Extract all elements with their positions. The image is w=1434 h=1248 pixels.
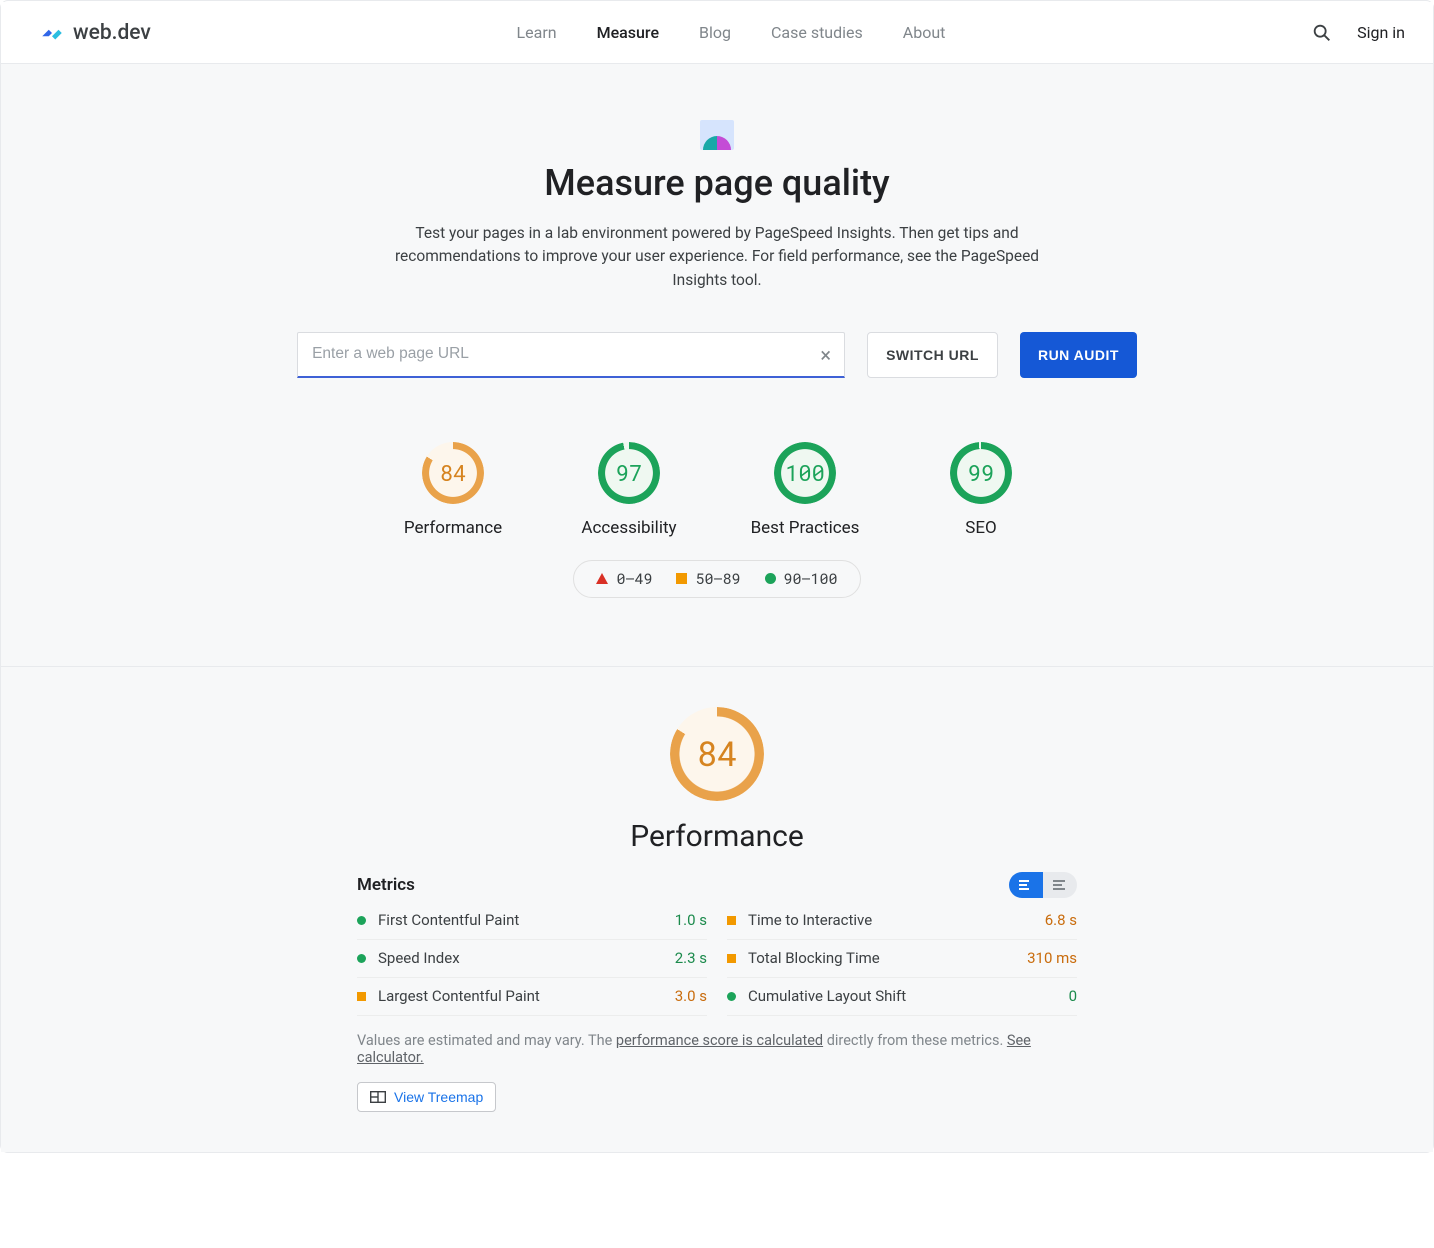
metric-name: Total Blocking Time: [748, 949, 880, 967]
metric-name: Time to Interactive: [748, 911, 872, 929]
gauge-label: Accessibility: [581, 518, 676, 538]
hero: Measure page quality Test your pages in …: [1, 64, 1433, 666]
nav-measure[interactable]: Measure: [597, 23, 659, 42]
metrics-view-toggle: [1009, 872, 1077, 898]
metrics-footnote: Values are estimated and may vary. The p…: [357, 1032, 1077, 1066]
status-dot-avg-icon: [357, 992, 366, 1001]
page-subtitle: Test your pages in a lab environment pow…: [382, 222, 1052, 292]
toggle-compact-button[interactable]: [1009, 872, 1043, 898]
metric-row-tbt: Total Blocking Time 310 ms: [727, 940, 1077, 978]
gauge-label: SEO: [965, 518, 996, 538]
performance-big-gauge: 84: [670, 707, 764, 801]
performance-heading: Performance: [1, 819, 1433, 854]
metric-row-si: Speed Index 2.3 s: [357, 940, 707, 978]
nav-learn[interactable]: Learn: [517, 23, 557, 42]
metric-name: First Contentful Paint: [378, 911, 519, 929]
performance-section: 84 Performance Metrics First Contentful …: [1, 667, 1433, 1152]
metric-row-fcp: First Contentful Paint 1.0 s: [357, 902, 707, 940]
legend-low: 0–49: [596, 569, 652, 589]
status-dot-good-icon: [357, 954, 366, 963]
gauge-label: Best Practices: [751, 518, 860, 538]
status-dot-avg-icon: [727, 954, 736, 963]
metric-name: Speed Index: [378, 949, 460, 967]
triangle-icon: [596, 573, 608, 584]
legend-mid: 50–89: [676, 569, 740, 589]
gauge-value: 99: [950, 442, 1012, 504]
status-dot-avg-icon: [727, 916, 736, 925]
close-icon[interactable]: ×: [820, 345, 831, 365]
url-input[interactable]: [297, 332, 845, 378]
metric-value: 3.0 s: [675, 987, 707, 1005]
gauge-value: 97: [598, 442, 660, 504]
page-title: Measure page quality: [21, 162, 1413, 204]
metric-value: 0: [1069, 987, 1077, 1005]
nav-blog[interactable]: Blog: [699, 23, 731, 42]
score-legend: 0–49 50–89 90–100: [573, 560, 860, 598]
gauge-label: Performance: [404, 518, 502, 538]
gauge-value: 84: [422, 442, 484, 504]
view-treemap-button[interactable]: View Treemap: [357, 1082, 496, 1112]
gauge-performance[interactable]: 84 Performance: [393, 442, 513, 538]
metrics-title: Metrics: [357, 875, 415, 895]
nav-case-studies[interactable]: Case studies: [771, 23, 863, 42]
status-dot-good-icon: [727, 992, 736, 1001]
webdev-logo-icon: [39, 20, 65, 46]
url-form: × SWITCH URL RUN AUDIT: [21, 332, 1413, 378]
metric-name: Cumulative Layout Shift: [748, 987, 906, 1005]
metric-row-lcp: Largest Contentful Paint 3.0 s: [357, 978, 707, 1016]
metric-value: 2.3 s: [675, 949, 707, 967]
list-compact-icon: [1019, 879, 1033, 891]
search-icon[interactable]: [1311, 22, 1333, 44]
gauge-accessibility[interactable]: 97 Accessibility: [569, 442, 689, 538]
metric-row-cls: Cumulative Layout Shift 0: [727, 978, 1077, 1016]
metric-value: 6.8 s: [1045, 911, 1077, 929]
gauge-seo[interactable]: 99 SEO: [921, 442, 1041, 538]
metric-name: Largest Contentful Paint: [378, 987, 540, 1005]
gauge-best-practices[interactable]: 100 Best Practices: [745, 442, 865, 538]
legend-high: 90–100: [765, 569, 838, 589]
metric-row-tti: Time to Interactive 6.8 s: [727, 902, 1077, 940]
top-right-controls: Sign in: [1311, 22, 1405, 44]
signin-link[interactable]: Sign in: [1357, 23, 1405, 42]
switch-url-button[interactable]: SWITCH URL: [867, 332, 998, 378]
treemap-icon: [370, 1091, 386, 1103]
brand[interactable]: web.dev: [39, 20, 151, 46]
main-nav: Learn Measure Blog Case studies About: [151, 23, 1311, 42]
url-input-wrap: ×: [297, 332, 845, 378]
metrics-panel: Metrics First Contentful Paint 1.0 s Tim: [357, 872, 1077, 1112]
gauge-row: 84 Performance 97 Accessibility 100 Best…: [21, 442, 1413, 538]
square-icon: [676, 573, 687, 584]
metric-value: 310 ms: [1027, 949, 1077, 967]
status-dot-good-icon: [357, 916, 366, 925]
metric-value: 1.0 s: [675, 911, 707, 929]
toggle-detail-button[interactable]: [1043, 872, 1077, 898]
circle-icon: [765, 573, 776, 584]
metrics-grid: First Contentful Paint 1.0 s Time to Int…: [357, 902, 1077, 1016]
brand-name: web.dev: [73, 21, 151, 45]
top-header: web.dev Learn Measure Blog Case studies …: [1, 2, 1433, 64]
gauge-value: 84: [670, 707, 764, 801]
nav-about[interactable]: About: [903, 23, 946, 42]
list-detail-icon: [1053, 879, 1067, 891]
hero-illustration-icon: [700, 120, 734, 150]
perf-score-link[interactable]: performance score is calculated: [616, 1032, 823, 1049]
run-audit-button[interactable]: RUN AUDIT: [1020, 332, 1137, 378]
gauge-value: 100: [774, 442, 836, 504]
